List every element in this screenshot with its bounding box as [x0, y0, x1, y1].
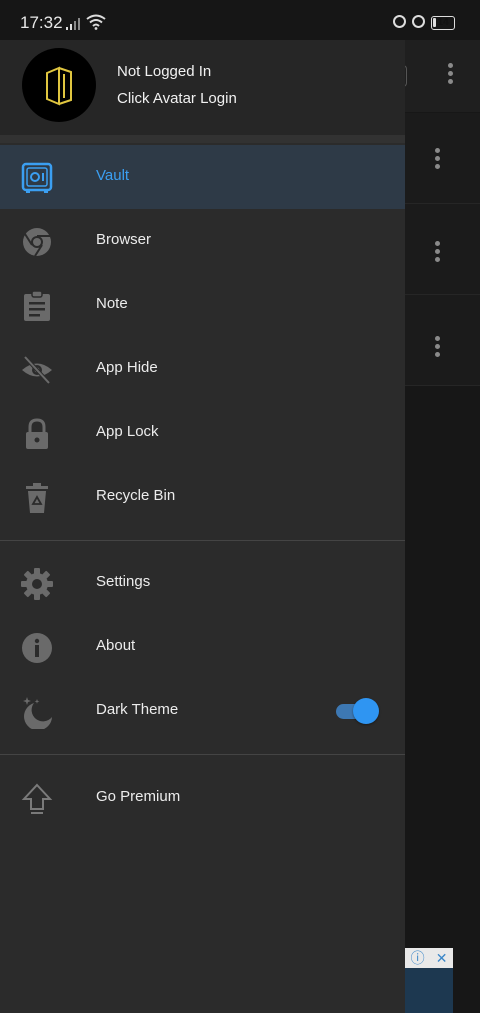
menu-item-settings[interactable]: Settings	[0, 551, 405, 615]
upload-arrow-icon	[21, 783, 53, 814]
menu-item-recycle-bin[interactable]: Recycle Bin	[0, 465, 405, 529]
menu-item-note[interactable]: Note	[0, 273, 405, 337]
signal-icon	[66, 18, 80, 30]
login-prompt-text[interactable]: Click Avatar Login	[117, 90, 237, 107]
menu-item-label: App Hide	[96, 359, 158, 376]
menu-item-label: Go Premium	[96, 788, 181, 805]
browser-icon	[23, 228, 51, 257]
menu-divider	[0, 540, 405, 541]
battery-level: 14	[437, 17, 449, 28]
menu-item-label: Note	[96, 295, 128, 312]
ad-info-icon: ⓘ	[410, 950, 425, 966]
dark-theme-toggle[interactable]	[336, 698, 380, 724]
menu-item-label: Browser	[96, 231, 152, 248]
status-bar: 17:32 14	[0, 0, 480, 40]
drawer-header: Not Logged In Click Avatar Login	[0, 40, 405, 135]
menu-item-label: Dark Theme	[96, 701, 179, 718]
login-status-text: Not Logged In	[117, 63, 212, 80]
menu-item-go-premium[interactable]: Go Premium	[0, 766, 405, 830]
ad-close-icon: ✕	[435, 949, 448, 966]
background-more-icon	[435, 336, 441, 360]
recycle-bin-icon	[26, 483, 48, 513]
menu-item-app-lock[interactable]: App Lock	[0, 401, 405, 465]
menu-item-about[interactable]: About	[0, 615, 405, 679]
menu-item-dark-theme[interactable]: Dark Theme	[0, 679, 405, 743]
note-clipboard-icon	[24, 290, 50, 321]
menu-item-label: About	[96, 637, 136, 654]
gear-icon	[21, 568, 53, 600]
background-more-icon	[448, 63, 454, 87]
background-more-icon	[435, 148, 441, 172]
menu-item-vault[interactable]: Vault	[0, 145, 405, 209]
ad-choices-bar: ⓘ ✕	[405, 948, 453, 968]
header-separator	[0, 135, 405, 143]
moon-stars-icon	[23, 697, 52, 729]
menu-item-app-hide[interactable]: App Hide	[0, 337, 405, 401]
info-icon	[22, 633, 52, 663]
status-time: 17:32	[20, 13, 63, 32]
menu-divider	[0, 754, 405, 755]
background-more-icon	[435, 241, 441, 265]
app-logo-icon	[46, 66, 72, 106]
battery-icon: 14	[431, 16, 455, 30]
menu-item-label: App Lock	[96, 423, 159, 440]
menu-item-label: Settings	[96, 573, 151, 590]
eye-off-icon	[22, 355, 52, 385]
navigation-drawer: Not Logged In Click Avatar Login Vault B…	[0, 40, 405, 1013]
lock-icon	[26, 418, 48, 449]
toggle-knob	[353, 698, 379, 724]
menu-item-label: Recycle Bin	[96, 487, 176, 504]
wifi-icon	[86, 14, 106, 30]
avatar[interactable]	[22, 48, 96, 122]
menu-item-browser[interactable]: Browser	[0, 209, 405, 273]
menu-item-label: Vault	[96, 167, 130, 184]
status-vpn-icon	[412, 15, 425, 28]
status-notification-icon	[393, 15, 406, 28]
vault-icon	[21, 162, 53, 193]
